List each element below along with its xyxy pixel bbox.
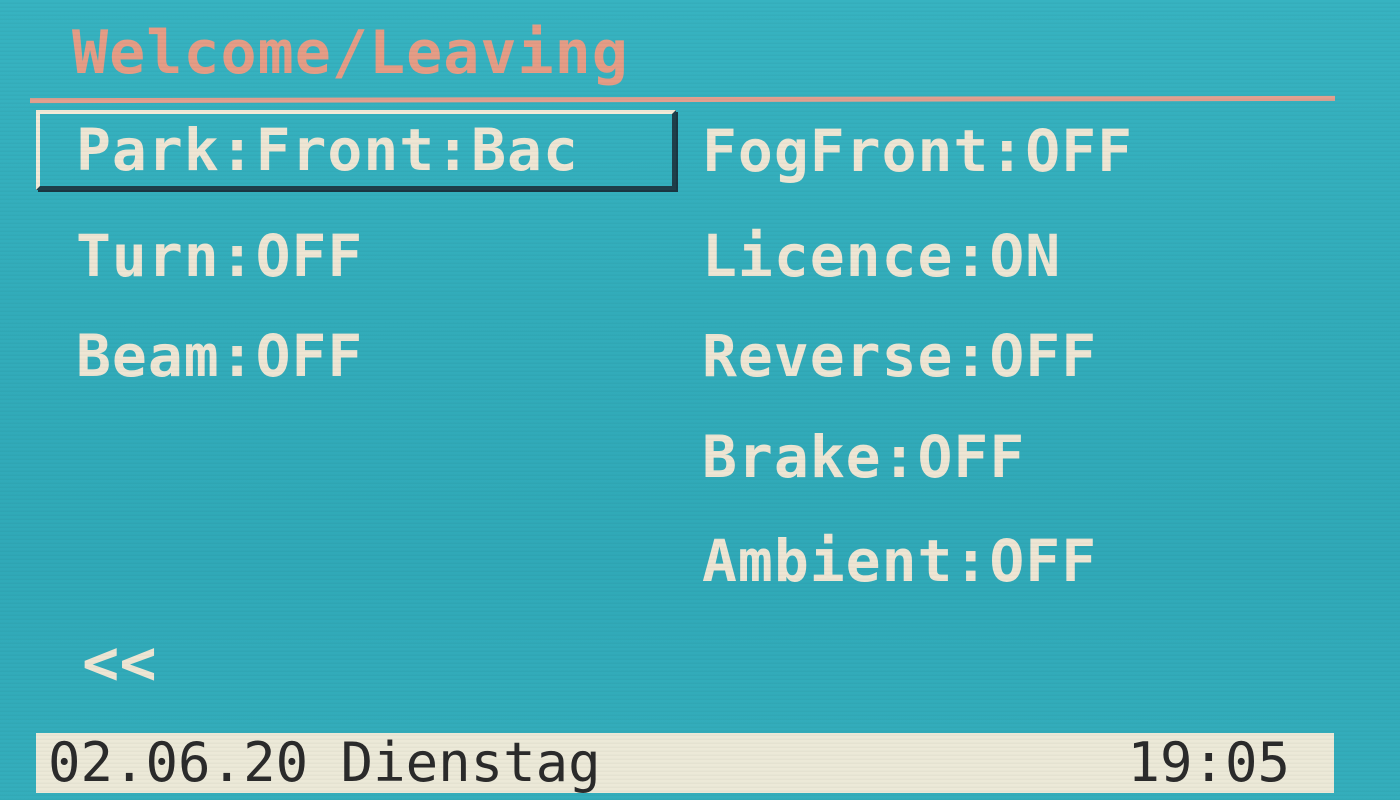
display-screen: Welcome/Leaving Park:Front:Bac Turn:OFF … [0, 0, 1400, 800]
menu-item-turn[interactable]: Turn:OFF [76, 222, 363, 290]
menu-item-ambient[interactable]: Ambient:OFF [702, 527, 1097, 595]
menu-item-park[interactable]: Park:Front:Bac [36, 110, 676, 190]
title-divider [29, 95, 1336, 104]
double-chevron-left-icon: << [82, 626, 157, 699]
status-date: 02.06.20 Dienstag [48, 731, 601, 794]
page-title: Welcome/Leaving [72, 18, 629, 88]
status-time: 19:05 [1127, 731, 1290, 794]
status-bar: 02.06.20 Dienstag 19:05 [36, 731, 1334, 794]
menu-item-brake[interactable]: Brake:OFF [702, 423, 1025, 491]
menu-item-reverse[interactable]: Reverse:OFF [702, 322, 1097, 390]
menu-item-fog-front[interactable]: FogFront:OFF [702, 117, 1133, 185]
menu-item-licence[interactable]: Licence:ON [702, 222, 1061, 290]
back-button[interactable]: << [82, 628, 157, 698]
menu-item-beam[interactable]: Beam:OFF [76, 322, 363, 390]
